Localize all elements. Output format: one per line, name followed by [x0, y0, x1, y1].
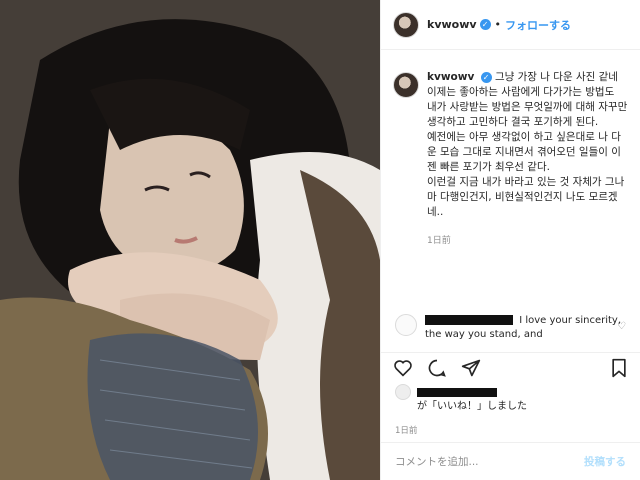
post-photo[interactable]	[0, 0, 380, 480]
caption-line: 예전에는 아무 생각없이 하고 싶은대로 나 다운 모습 그대로 지내면서 겪어…	[427, 131, 621, 173]
likes-text[interactable]: が「いいね！」しました	[417, 400, 630, 414]
comment-like-icon[interactable]: ♡	[617, 320, 626, 334]
action-bar	[381, 352, 640, 382]
caption-line: 이제는 좋아하는 사람에게 다가가는 방법도	[427, 86, 615, 98]
caption-line: 그냥 가장 나 다운 사진 같네	[494, 71, 618, 83]
post-comment-button[interactable]: 投稿する	[584, 454, 626, 469]
like-heart-icon[interactable]	[393, 359, 413, 377]
likes-section: が「いいね！」しました 1日前	[395, 384, 630, 438]
caption-body: kvwowv ✓ 그냥 가장 나 다운 사진 같네 이제는 좋아하는 사람에게 …	[427, 70, 630, 249]
redacted-username	[425, 315, 513, 325]
caption-timestamp[interactable]: 1日前	[427, 234, 630, 249]
comment-input[interactable]	[395, 455, 584, 468]
follow-button[interactable]: フォローする	[505, 17, 571, 33]
likes-row	[395, 384, 630, 400]
bookmark-icon[interactable]	[610, 358, 628, 378]
post-date[interactable]: 1日前	[395, 424, 630, 438]
separator-dot: •	[494, 18, 502, 31]
caption-line: 이런걸 지금 내가 바라고 있는 것 자체가 그나마 다행인건지, 비현실적인건…	[427, 176, 625, 218]
share-send-icon[interactable]	[461, 358, 481, 378]
caption-avatar[interactable]	[393, 72, 419, 98]
portrait-image	[0, 0, 380, 480]
caption-line: 내가 사랑받는 방법은 무엇일까에 대해 자꾸만 생각하고 고민하다 결국 포기…	[427, 101, 628, 128]
post-sidebar: kvwowv ✓ • フォローする kvwowv ✓ 그냥 가장 나 다운 사진…	[380, 0, 640, 480]
comment-item: I love your sincerity, the way you stand…	[395, 314, 630, 342]
post-header: kvwowv ✓ • フォローする	[381, 0, 640, 50]
verified-badge-icon: ✓	[480, 72, 492, 83]
commenter-avatar[interactable]	[395, 314, 417, 336]
username-link[interactable]: kvwowv	[427, 18, 477, 31]
comment-bubble-icon[interactable]	[427, 358, 447, 378]
comment-box: 投稿する	[381, 442, 640, 480]
liker-avatar[interactable]	[395, 384, 411, 400]
caption: kvwowv ✓ 그냥 가장 나 다운 사진 같네 이제는 좋아하는 사람에게 …	[393, 70, 630, 249]
caption-username[interactable]: kvwowv	[427, 71, 474, 83]
avatar[interactable]	[393, 11, 419, 38]
verified-badge-icon: ✓	[479, 19, 491, 30]
redacted-liker	[417, 387, 497, 397]
comment-body: I love your sincerity, the way you stand…	[425, 314, 630, 342]
